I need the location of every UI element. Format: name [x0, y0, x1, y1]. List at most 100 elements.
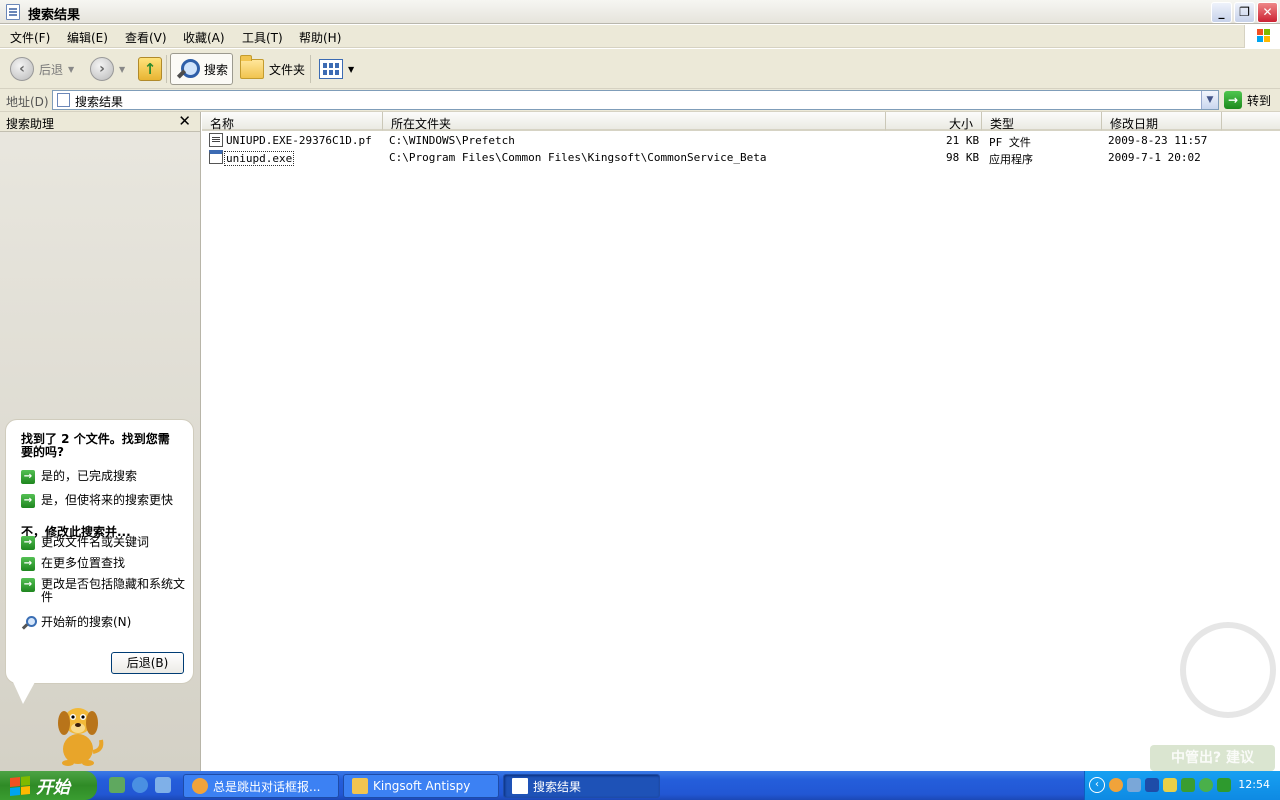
pane-title: 搜索助理 [6, 117, 55, 131]
menu-file[interactable]: 文件(F) [10, 29, 50, 46]
tray-security-icon[interactable] [1199, 778, 1213, 792]
views-button[interactable]: ▼ [315, 53, 358, 85]
column-header-folder[interactable]: 所在文件夹 [383, 112, 886, 131]
tray-warning-icon[interactable] [1163, 778, 1177, 792]
go-button[interactable]: → 转到 [1224, 91, 1271, 109]
task-label: Kingsoft Antispy [373, 779, 471, 793]
menu-edit[interactable]: 编辑(E) [67, 29, 108, 46]
network-icon[interactable] [109, 777, 125, 793]
search-label: 搜索 [204, 62, 229, 77]
tray-expand-icon[interactable]: ‹ [1089, 777, 1105, 793]
file-type: 应用程序 [989, 153, 1033, 166]
file-date: 2009-8-23 11:57 [1108, 134, 1208, 147]
link-label: 更改文件名或关键词 [41, 535, 150, 549]
taskbar-item-antispy[interactable]: Kingsoft Antispy [343, 774, 499, 798]
link-label: 是的，已完成搜索 [41, 469, 138, 483]
address-dropdown-icon[interactable]: ▼ [1201, 91, 1218, 109]
title-bar[interactable]: 搜索结果 _ ❐ ✕ [0, 0, 1280, 24]
pf-file-icon [209, 133, 223, 147]
windows-flag-icon [10, 775, 30, 796]
system-tray: ‹ 12:54 [1084, 771, 1280, 800]
ie-icon[interactable] [132, 777, 148, 793]
column-header-type[interactable]: 类型 [982, 112, 1102, 131]
task-label: 搜索结果 [533, 779, 582, 794]
green-arrow-icon: → [21, 557, 35, 571]
close-icon[interactable]: ✕ [178, 112, 191, 130]
table-row[interactable]: uniupd.exe C:\Program Files\Common Files… [202, 150, 1280, 166]
tray-network-icon[interactable] [1127, 778, 1141, 792]
menu-help[interactable]: 帮助(H) [299, 29, 341, 46]
tray-kingsoft-icon[interactable] [1145, 778, 1159, 792]
search-icon [175, 57, 200, 81]
link-new-search[interactable]: 开始新的搜索(N) [21, 616, 186, 630]
windows-logo-icon [1244, 25, 1280, 48]
address-bar: 地址(D) 搜索结果 ▼ → 转到 [0, 89, 1280, 112]
go-arrow-icon: → [1224, 91, 1242, 109]
up-folder-icon: ↑ [138, 57, 162, 81]
address-input[interactable]: 搜索结果 ▼ [52, 90, 1219, 110]
dropdown-arrow-icon[interactable]: ▼ [68, 65, 74, 74]
folders-button[interactable]: 文件夹 [236, 53, 309, 85]
taskbar: 开始 总是跳出对话框报... Kingsoft Antispy 搜索结果 ‹ 1… [0, 771, 1280, 800]
dropdown-arrow-icon[interactable]: ▼ [119, 65, 125, 74]
file-type: PF 文件 [989, 136, 1031, 149]
search-button[interactable]: 搜索 [170, 53, 234, 85]
close-button[interactable]: ✕ [1257, 2, 1278, 23]
tray-antivirus-icon[interactable] [1217, 778, 1231, 792]
link-label: 开始新的搜索(N) [41, 615, 132, 629]
green-arrow-icon: → [21, 494, 35, 508]
column-header-date[interactable]: 修改日期 [1102, 112, 1222, 131]
tray-app-icon[interactable] [1109, 778, 1123, 792]
link-hidden-files[interactable]: → 更改是否包括隐藏和系统文件 [21, 578, 186, 604]
column-header-name[interactable]: 名称 [202, 112, 383, 131]
restore-button[interactable]: ❐ [1234, 2, 1255, 23]
file-folder: C:\Program Files\Common Files\Kingsoft\C… [389, 151, 767, 164]
search-assistant-pane: 搜索助理 ✕ 找到了 2 个文件。找到您需要的吗? → 是的，已完成搜索 → 是… [0, 112, 201, 771]
magnifier-watermark-icon [1180, 622, 1276, 718]
menu-tools[interactable]: 工具(T) [242, 29, 283, 46]
start-button[interactable]: 开始 [0, 771, 97, 800]
search-results-icon [512, 778, 528, 794]
menu-favorites[interactable]: 收藏(A) [183, 29, 225, 46]
bubble-tail [13, 682, 35, 704]
link-label: 在更多位置查找 [41, 556, 126, 570]
desktop-icon[interactable] [155, 777, 171, 793]
file-folder: C:\WINDOWS\Prefetch [389, 134, 515, 147]
folders-label: 文件夹 [269, 62, 306, 77]
link-label: 更改是否包括隐藏和系统文件 [41, 577, 186, 604]
link-finish-search[interactable]: → 是的，已完成搜索 [21, 470, 186, 484]
results-heading: 找到了 2 个文件。找到您需要的吗? [21, 432, 170, 459]
file-size: 98 KB [946, 151, 980, 164]
minimize-button[interactable]: _ [1211, 2, 1232, 23]
search-results-icon [57, 93, 70, 107]
pane-header: 搜索助理 ✕ [0, 112, 200, 132]
up-folder-button[interactable]: ↑ [134, 53, 166, 85]
forward-button[interactable]: › ▼ [86, 53, 129, 85]
link-more-locations[interactable]: → 在更多位置查找 [21, 557, 186, 571]
address-value: 搜索结果 [75, 95, 124, 109]
folder-icon [240, 55, 264, 79]
table-row[interactable]: UNIUPD.EXE-29376C1D.pf C:\WINDOWS\Prefet… [202, 133, 1280, 149]
task-label: 总是跳出对话框报... [213, 779, 321, 794]
file-name: uniupd.exe [224, 151, 295, 166]
link-change-name[interactable]: → 更改文件名或关键词 [21, 536, 186, 550]
menu-view[interactable]: 查看(V) [125, 29, 167, 46]
menu-bar: 文件(F) 编辑(E) 查看(V) 收藏(A) 工具(T) 帮助(H) [0, 25, 1280, 48]
browser-icon [192, 778, 208, 794]
tray-shield-icon[interactable] [1181, 778, 1195, 792]
watermark-text: 中管出? 建议 [1150, 745, 1275, 771]
file-name: UNIUPD.EXE-29376C1D.pf [226, 134, 372, 147]
column-header-size[interactable]: 大小 [886, 112, 982, 131]
link-faster-search[interactable]: → 是，但使将来的搜索更快 [21, 494, 186, 508]
green-arrow-icon: → [21, 470, 35, 484]
file-date: 2009-7-1 20:02 [1108, 151, 1201, 164]
toolbar: ‹ 后退 ▼ › ▼ ↑ 搜索 文件夹 ▼ [0, 49, 1280, 89]
assistant-back-button[interactable]: 后退(B) [111, 652, 184, 674]
taskbar-item-search[interactable]: 搜索结果 [503, 774, 660, 798]
folder-icon [352, 778, 368, 794]
back-arrow-icon: ‹ [10, 57, 34, 81]
dropdown-arrow-icon[interactable]: ▼ [348, 65, 354, 74]
go-label: 转到 [1247, 93, 1272, 108]
taskbar-item-dialog[interactable]: 总是跳出对话框报... [183, 774, 339, 798]
back-button[interactable]: ‹ 后退 ▼ [6, 53, 78, 85]
